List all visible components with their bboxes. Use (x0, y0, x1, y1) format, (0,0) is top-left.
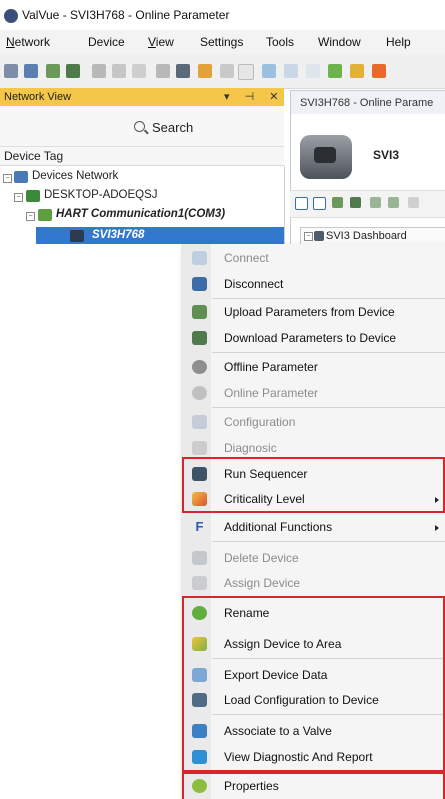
download-icon (192, 331, 207, 345)
function-icon: F (195, 519, 204, 534)
toolbar-upload-icon[interactable] (46, 64, 60, 78)
toolbar-offline-icon[interactable] (92, 64, 106, 78)
upload-icon[interactable] (332, 197, 343, 208)
upload-disabled-icon[interactable] (370, 197, 381, 208)
window-title: ValVue - SVI3H768 - Online Parameter (22, 8, 230, 22)
menu-device[interactable]: Device (88, 35, 125, 49)
menu-network[interactable]: Network (6, 35, 50, 49)
network-icon (14, 171, 28, 183)
menu-separator (212, 407, 445, 408)
menu-item-connect[interactable]: Connect (182, 245, 445, 271)
highlight-box-properties (182, 772, 445, 799)
toolbar-assign-icon[interactable] (284, 64, 298, 78)
dashboard-label: SVI3 Dashboard (326, 230, 407, 242)
menu-settings[interactable]: Settings (200, 35, 243, 49)
menu-tools[interactable]: Tools (266, 35, 294, 49)
menu-item-disconnect[interactable]: Disconnect (182, 271, 445, 297)
upload-icon (192, 305, 207, 319)
computer-icon (26, 190, 40, 202)
offline-icon (192, 360, 207, 374)
menu-separator (212, 541, 445, 542)
toolbar-arrow-icon[interactable] (220, 64, 234, 78)
toolbar-network-icon[interactable] (4, 64, 18, 78)
toolbar-sequencer-icon[interactable] (176, 64, 190, 78)
collapse-hart-channel-icon[interactable]: − (26, 212, 35, 221)
device-image (300, 135, 352, 179)
menu-item-assign-device[interactable]: Assign Device (182, 570, 445, 596)
menu-item-delete-device[interactable]: Delete Device (182, 545, 445, 571)
network-view-panel-buttons[interactable]: ▾ ⊣ ✕ (224, 90, 284, 103)
toolbar-rename-icon[interactable] (306, 64, 320, 78)
device-tag-label: Device Tag (4, 149, 64, 163)
toolbar-download-icon[interactable] (66, 64, 80, 78)
toolbar-config-icon[interactable] (132, 64, 146, 78)
network-view-title: Network View (4, 91, 72, 103)
delete-icon (192, 551, 207, 565)
toolbar-area-icon[interactable] (328, 64, 342, 78)
menu-help[interactable]: Help (386, 35, 411, 49)
collapse-dashboard-icon[interactable]: − (304, 232, 313, 241)
toolbar-export-icon[interactable] (350, 64, 364, 78)
window-split-icon[interactable] (313, 197, 326, 210)
menu-item-upload-parameters[interactable]: Upload Parameters from Device (182, 299, 445, 325)
menu-item-configuration[interactable]: Configuration (182, 409, 445, 435)
tree-item-computer[interactable]: DESKTOP-ADOEQSJ (44, 189, 158, 201)
dashboard-icon (314, 231, 324, 241)
download-icon[interactable] (350, 197, 361, 208)
positioner-device-icon (70, 230, 84, 242)
tree-item-device-label: SVI3H768 (92, 229, 145, 241)
menu-item-online-parameter[interactable]: Online Parameter (182, 380, 445, 406)
toolbar-delete-icon[interactable] (262, 64, 276, 78)
tree-item-hart-channel[interactable]: HART Communication1(COM3) (56, 208, 225, 220)
menu-item-additional-functions[interactable]: F Additional Functions (182, 514, 445, 540)
online-icon (192, 386, 207, 400)
device-name-label: SVI3 (373, 148, 400, 162)
app-logo-icon (4, 9, 18, 23)
diagnostic-icon (192, 441, 207, 455)
download-disabled-icon[interactable] (388, 197, 399, 208)
config-icon (192, 415, 207, 429)
search-icon[interactable] (134, 121, 145, 132)
menu-view[interactable]: View (148, 35, 174, 49)
menu-bar: Network Device View Settings Tools Windo… (0, 30, 445, 55)
hart-modem-icon (38, 209, 52, 221)
more-tools-icon[interactable] (408, 197, 419, 208)
collapse-computer-icon[interactable]: − (14, 193, 23, 202)
menu-separator (212, 352, 445, 353)
menu-item-offline-parameter[interactable]: Offline Parameter (182, 354, 445, 380)
menu-item-download-parameters[interactable]: Download Parameters to Device (182, 325, 445, 351)
document-tab-label: SVI3H768 - Online Parame (300, 97, 434, 109)
collapse-devices-network-icon[interactable]: − (3, 174, 12, 183)
toolbar-online-icon[interactable] (112, 64, 126, 78)
highlight-box-device-actions-group (182, 596, 445, 772)
highlight-box-sequencer-group (182, 457, 445, 513)
assign-icon (192, 576, 207, 590)
tree-item-devices-network[interactable]: Devices Network (32, 170, 118, 182)
window-tile-icon[interactable] (295, 197, 308, 210)
search-button[interactable]: Search (152, 120, 193, 135)
toolbar-function-icon[interactable] (238, 64, 254, 80)
submenu-arrow-icon (435, 525, 439, 531)
toolbar (0, 54, 445, 89)
toolbar-diagnostic-icon[interactable] (156, 64, 170, 78)
toolbar-scan-icon[interactable] (24, 64, 38, 78)
plug-icon (192, 251, 207, 265)
toolbar-report-icon[interactable] (372, 64, 386, 78)
unplug-icon (192, 277, 207, 291)
menu-window[interactable]: Window (318, 35, 361, 49)
toolbar-criticality-icon[interactable] (198, 64, 212, 78)
